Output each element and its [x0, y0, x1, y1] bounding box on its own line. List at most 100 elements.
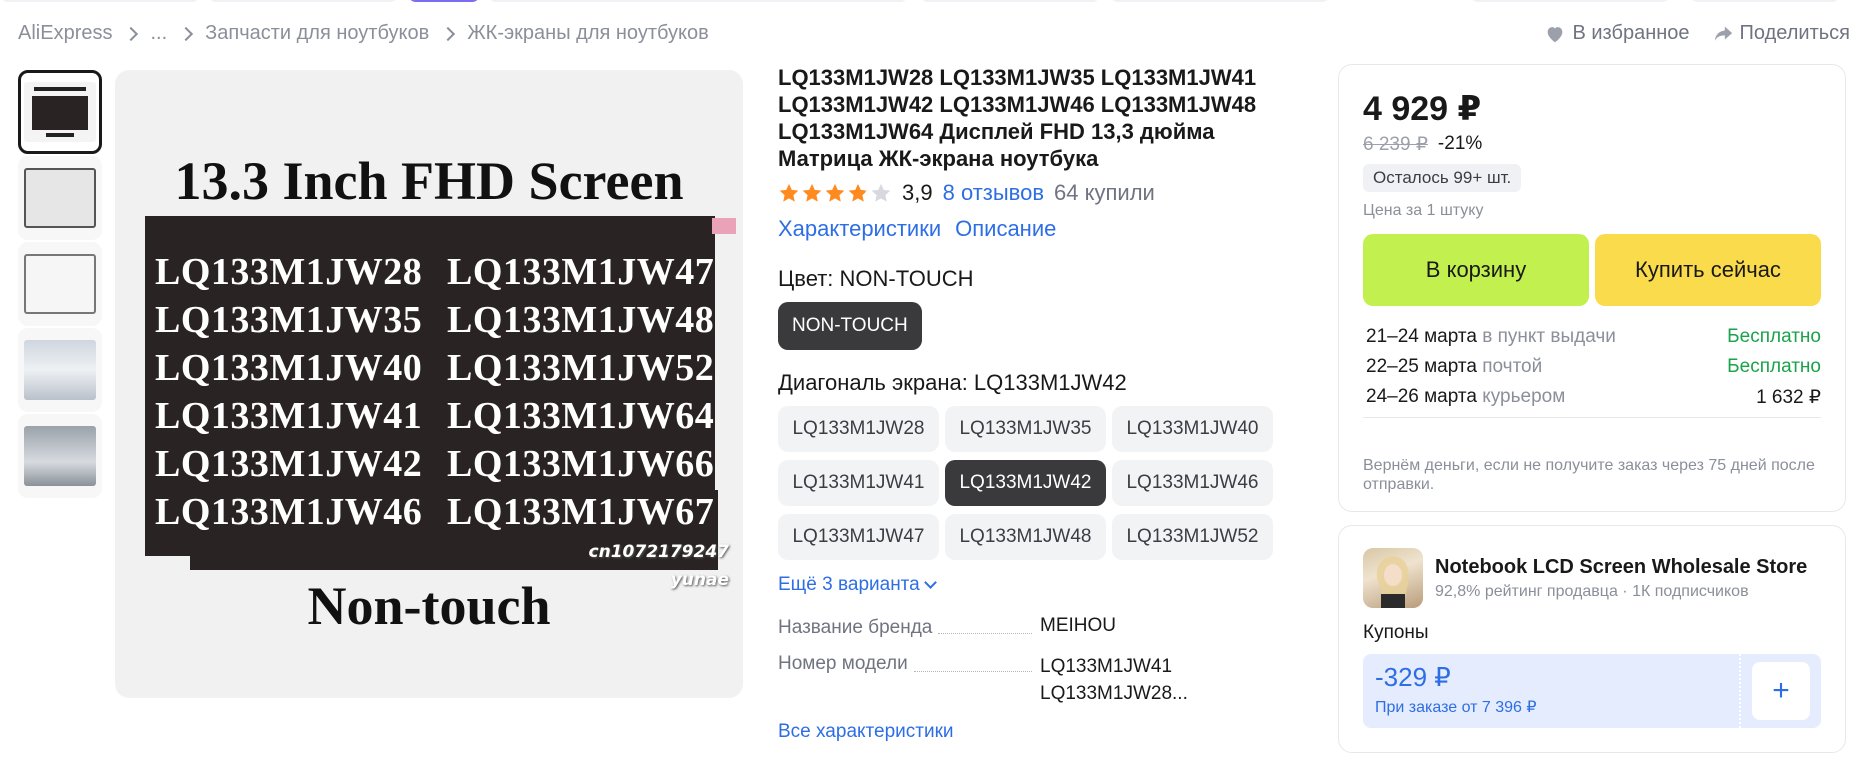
watermark-line: cn1072179247: [588, 542, 729, 562]
thumbnail-list: [18, 70, 104, 500]
add-to-cart-button[interactable]: В корзину: [1363, 234, 1589, 306]
share-button[interactable]: Поделиться: [1712, 22, 1850, 45]
top-pill[interactable]: [208, 0, 398, 2]
variant-option[interactable]: LQ133M1JW47: [778, 514, 939, 560]
delivery-left: 22–25 марта почтой: [1366, 356, 1542, 378]
spec-key-wrap: Название бренда: [778, 612, 1040, 639]
thumbnail[interactable]: [18, 328, 102, 412]
variant-option[interactable]: LQ133M1JW40: [1112, 406, 1273, 452]
delivery-method: в пункт выдачи: [1482, 326, 1616, 347]
breadcrumb-item[interactable]: ЖК-экраны для ноутбуков: [467, 22, 709, 45]
breadcrumb-item[interactable]: ...: [150, 22, 167, 45]
top-pill-accent[interactable]: [408, 0, 480, 2]
coupons-label: Купоны: [1363, 622, 1429, 643]
old-price: 6 239 ₽: [1363, 134, 1428, 155]
top-pill[interactable]: [1470, 0, 1670, 2]
thumbnail[interactable]: [18, 156, 102, 240]
seller-rating: 92,8% рейтинг продавца: [1435, 582, 1618, 600]
add-coupon-button[interactable]: +: [1752, 662, 1810, 720]
buy-now-button[interactable]: Купить сейчас: [1595, 234, 1821, 306]
tab-specs[interactable]: Характеристики: [778, 216, 941, 242]
top-pill[interactable]: [920, 0, 1100, 2]
seller-name[interactable]: Notebook LCD Screen Wholesale Store: [1435, 556, 1807, 579]
variant-option[interactable]: LQ133M1JW46: [1112, 460, 1273, 506]
thumbnail-image: [24, 340, 96, 400]
breadcrumb: AliExpress ... Запчасти для ноутбуков ЖК…: [18, 22, 709, 45]
delivery-method: почтой: [1482, 356, 1543, 377]
delivery-left: 21–24 марта в пункт выдачи: [1366, 326, 1616, 348]
delivery-row[interactable]: 22–25 марта почтой Бесплатно: [1363, 356, 1821, 378]
spec-value: MEIHOU: [1040, 615, 1116, 636]
image-code: LQ133M1JW67: [447, 491, 715, 533]
color-option[interactable]: NON-TOUCH: [778, 302, 922, 350]
chevron-right-icon: [179, 26, 194, 41]
star-icon: [779, 183, 799, 202]
more-variants-link[interactable]: Ещё 3 варианта: [778, 574, 1298, 596]
thumbnail[interactable]: [18, 414, 102, 498]
share-icon: [1714, 26, 1732, 41]
delivery-row[interactable]: 21–24 марта в пункт выдачи Бесплатно: [1363, 326, 1821, 348]
coupon-side: +: [1739, 654, 1821, 728]
delivery-row[interactable]: 24–26 марта курьером 1 632 ₽: [1363, 386, 1821, 409]
heart-icon: [1548, 26, 1563, 42]
main-product-image[interactable]: 13.3 Inch FHD Screen LQ133M1JW28 LQ133M1…: [115, 70, 743, 698]
spec-list: Название бренда MEIHOU Номер модели LQ13…: [778, 612, 1298, 707]
delivery-date: 21–24 марта: [1366, 326, 1477, 347]
delivery-price: Бесплатно: [1727, 326, 1821, 347]
image-code: LQ133M1JW48: [447, 299, 715, 341]
variant-option[interactable]: LQ133M1JW42: [945, 460, 1106, 506]
thumbnail[interactable]: [18, 242, 102, 326]
variant-option[interactable]: LQ133M1JW48: [945, 514, 1106, 560]
spec-key: Номер модели: [778, 653, 908, 674]
variant-option[interactable]: LQ133M1JW28: [778, 406, 939, 452]
rating-stars: [778, 182, 892, 204]
thumbnail[interactable]: [18, 70, 102, 154]
seller-followers: 1К подписчиков: [1632, 582, 1749, 600]
variant-option[interactable]: LQ133M1JW52: [1112, 514, 1273, 560]
top-filter-strip: [0, 0, 1870, 2]
refund-note: Вернём деньги, если не получите заказ че…: [1363, 457, 1815, 493]
spec-value-line: LQ133M1JW41: [1040, 656, 1173, 677]
delivery-date: 22–25 марта: [1366, 356, 1477, 377]
spec-value: LQ133M1JW41 LQ133M1JW28...: [1040, 653, 1188, 707]
seller-meta: 92,8% рейтинг продавца · 1К подписчиков: [1435, 583, 1807, 601]
chevron-right-icon: [441, 26, 456, 41]
avatar[interactable]: [1363, 548, 1423, 608]
star-icon: [848, 183, 868, 202]
top-pill[interactable]: [488, 0, 908, 2]
reviews-link[interactable]: 8 отзывов: [943, 180, 1044, 206]
tab-description[interactable]: Описание: [955, 216, 1056, 242]
divider: [1363, 417, 1821, 418]
breadcrumb-item[interactable]: Запчасти для ноутбуков: [205, 22, 429, 45]
top-pill[interactable]: [0, 0, 200, 2]
thumbnail-image: [24, 82, 96, 142]
rating-row: 3,9 8 отзывов 64 купили: [778, 180, 1298, 206]
favorite-button[interactable]: В избранное: [1544, 22, 1690, 45]
spec-row: Название бренда MEIHOU: [778, 612, 1298, 639]
discount-badge: -21%: [1437, 133, 1483, 154]
unit-price-note: Цена за 1 штуку: [1363, 202, 1484, 219]
price: 4 929 ₽: [1363, 90, 1482, 128]
coupon-value: -329 ₽: [1375, 662, 1451, 692]
image-code: LQ133M1JW64: [447, 395, 715, 437]
top-pill[interactable]: [1690, 0, 1840, 2]
share-label: Поделиться: [1739, 22, 1850, 44]
chevron-down-icon: [923, 576, 937, 589]
stock-badge: Осталось 99+ шт.: [1363, 164, 1522, 192]
variant-grid: LQ133M1JW28 LQ133M1JW35 LQ133M1JW40 LQ133M1…: [778, 406, 1298, 560]
top-actions: В избранное Поделиться: [1544, 22, 1850, 45]
variant-option[interactable]: LQ133M1JW41: [778, 460, 939, 506]
seller-header[interactable]: Notebook LCD Screen Wholesale Store 92,8…: [1363, 548, 1821, 608]
spec-row: Номер модели LQ133M1JW41 LQ133M1JW28...: [778, 653, 1298, 707]
all-specs-link[interactable]: Все характеристики: [778, 721, 1298, 743]
image-model-codes: LQ133M1JW28 LQ133M1JW47 LQ133M1JW35 LQ13…: [155, 250, 715, 534]
more-variants-label: Ещё 3 варианта: [778, 574, 920, 595]
star-icon: [871, 183, 891, 202]
seller-avatar-icon: [1376, 556, 1409, 608]
variant-option[interactable]: LQ133M1JW35: [945, 406, 1106, 452]
image-code: LQ133M1JW28: [155, 251, 423, 293]
spec-key-wrap: Номер модели: [778, 653, 1040, 707]
delivery-date: 24–26 марта: [1366, 386, 1477, 407]
top-pill[interactable]: [1110, 0, 1330, 2]
breadcrumb-item[interactable]: AliExpress: [18, 22, 112, 45]
